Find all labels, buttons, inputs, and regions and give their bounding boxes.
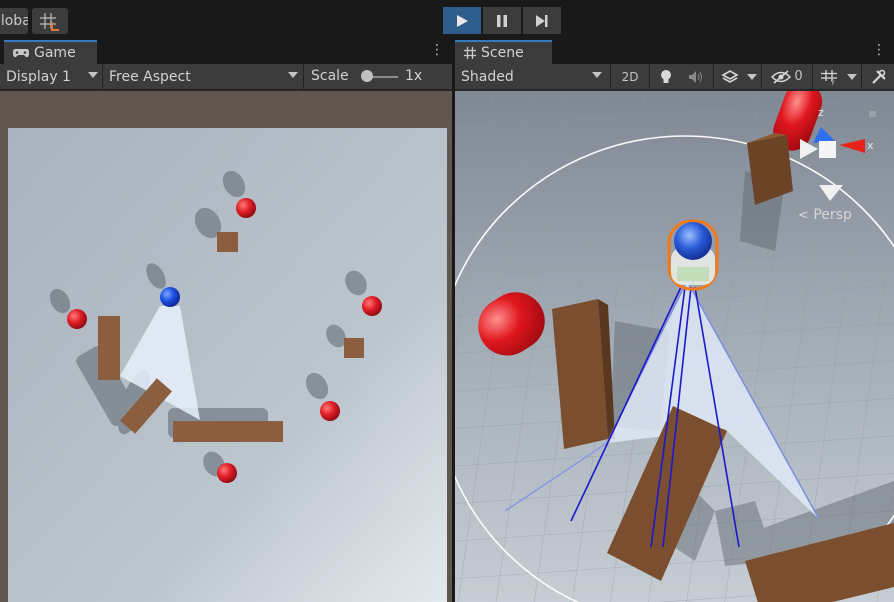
- scene-grid-icon: [464, 47, 476, 59]
- hidden-count: 0: [794, 69, 803, 84]
- scale-slider-knob[interactable]: [361, 70, 373, 82]
- 2d-toggle-button[interactable]: 2D: [615, 65, 645, 88]
- persp-label: Persp: [813, 207, 852, 223]
- game-menu-icon[interactable]: ⋮: [430, 42, 444, 58]
- step-icon: [536, 14, 548, 27]
- scale-label: Scale: [311, 68, 349, 84]
- divider: [649, 64, 650, 89]
- scale-value: 1x: [405, 68, 423, 84]
- global-label: Global: [0, 13, 28, 29]
- svg-text:Y: Y: [830, 80, 835, 85]
- lightbulb-icon: [661, 69, 671, 83]
- divider: [303, 64, 304, 89]
- audio-toggle-button[interactable]: [683, 65, 709, 88]
- tab-scene-label: Scene: [481, 45, 524, 61]
- tab-game[interactable]: Game: [4, 40, 97, 64]
- gizmo-center-cube[interactable]: [819, 141, 836, 158]
- grid-dropdown[interactable]: [845, 65, 859, 88]
- gamepad-icon: [13, 49, 29, 58]
- effects-toggle-button[interactable]: [717, 65, 743, 88]
- play-icon: [457, 14, 468, 27]
- long-plank: [173, 421, 283, 442]
- lock-icon[interactable]: [869, 111, 876, 117]
- global-toggle-button[interactable]: Global: [0, 8, 28, 34]
- enemy-sphere: [236, 198, 256, 218]
- eye-hidden-icon: [771, 69, 792, 84]
- display-dropdown[interactable]: Display 1: [0, 64, 102, 89]
- lighting-toggle-button[interactable]: [653, 65, 679, 88]
- game-floor: [8, 128, 447, 602]
- enemy-sphere: [362, 296, 382, 316]
- divider: [861, 64, 862, 89]
- tab-scene[interactable]: Scene: [455, 40, 552, 64]
- chevron-down-icon: [88, 72, 98, 78]
- 2d-label: 2D: [621, 69, 639, 84]
- small-crate: [217, 232, 238, 252]
- small-crate: [344, 338, 364, 358]
- grid-icon: Y: [821, 69, 837, 85]
- shading-mode-value: Shaded: [461, 68, 514, 85]
- chevron-down-icon: [288, 72, 298, 78]
- game-panel: Game ⋮ Display 1 Free Aspect Scale 1x: [0, 38, 452, 602]
- scene-controlbar: Shaded 2D 0 Y: [455, 64, 894, 90]
- scene-visibility-toggle[interactable]: 0: [765, 65, 809, 88]
- playmode-controls: [443, 7, 561, 34]
- scene-panel: Scene ⋮ Shaded 2D 0 Y z x < Persp: [455, 38, 894, 602]
- effects-dropdown[interactable]: [745, 65, 759, 88]
- gizmo-label-x: x: [867, 139, 874, 152]
- scene-viewport[interactable]: z x: [455, 91, 894, 602]
- enemy-sphere: [320, 401, 340, 421]
- enemy-sphere: [217, 463, 237, 483]
- scene-tabbar: Scene ⋮: [455, 38, 894, 64]
- aspect-dropdown[interactable]: Free Aspect: [103, 64, 302, 89]
- layers-effects-icon: [721, 69, 739, 83]
- player-sphere: [160, 287, 180, 307]
- pause-button[interactable]: [483, 7, 521, 34]
- enemy-sphere: [67, 309, 87, 329]
- grid-toggle-button[interactable]: Y: [816, 65, 842, 88]
- chevron-down-icon: [592, 72, 602, 78]
- chevron-down-icon: [847, 73, 857, 80]
- tab-game-label: Game: [34, 45, 76, 61]
- divider: [812, 64, 813, 89]
- tools-button[interactable]: [867, 65, 891, 88]
- game-viewport[interactable]: [8, 128, 447, 602]
- speaker-icon: [689, 70, 702, 83]
- pause-icon: [497, 14, 507, 27]
- grid-snap-icon: [40, 13, 59, 31]
- display-value: Display 1: [6, 68, 71, 85]
- game-tabbar: Game ⋮: [0, 38, 452, 64]
- divider: [761, 64, 762, 89]
- step-button[interactable]: [523, 7, 561, 34]
- divider: [713, 64, 714, 89]
- chevron-down-icon: [747, 73, 757, 80]
- wall-box: [98, 316, 120, 380]
- chevron-left-icon: <: [798, 208, 809, 223]
- grid-snap-button[interactable]: [32, 8, 68, 34]
- play-button[interactable]: [443, 7, 481, 34]
- wrench-icon: [872, 69, 886, 84]
- persp-toggle[interactable]: < Persp: [798, 207, 852, 223]
- game-controlbar: Display 1 Free Aspect Scale 1x: [0, 64, 452, 90]
- divider: [610, 64, 611, 89]
- aspect-value: Free Aspect: [109, 68, 191, 85]
- scene-menu-icon[interactable]: ⋮: [872, 42, 886, 58]
- gizmo-label-z: z: [818, 106, 824, 119]
- shading-mode-dropdown[interactable]: Shaded: [455, 64, 606, 89]
- main-toolbar: Global: [0, 0, 894, 38]
